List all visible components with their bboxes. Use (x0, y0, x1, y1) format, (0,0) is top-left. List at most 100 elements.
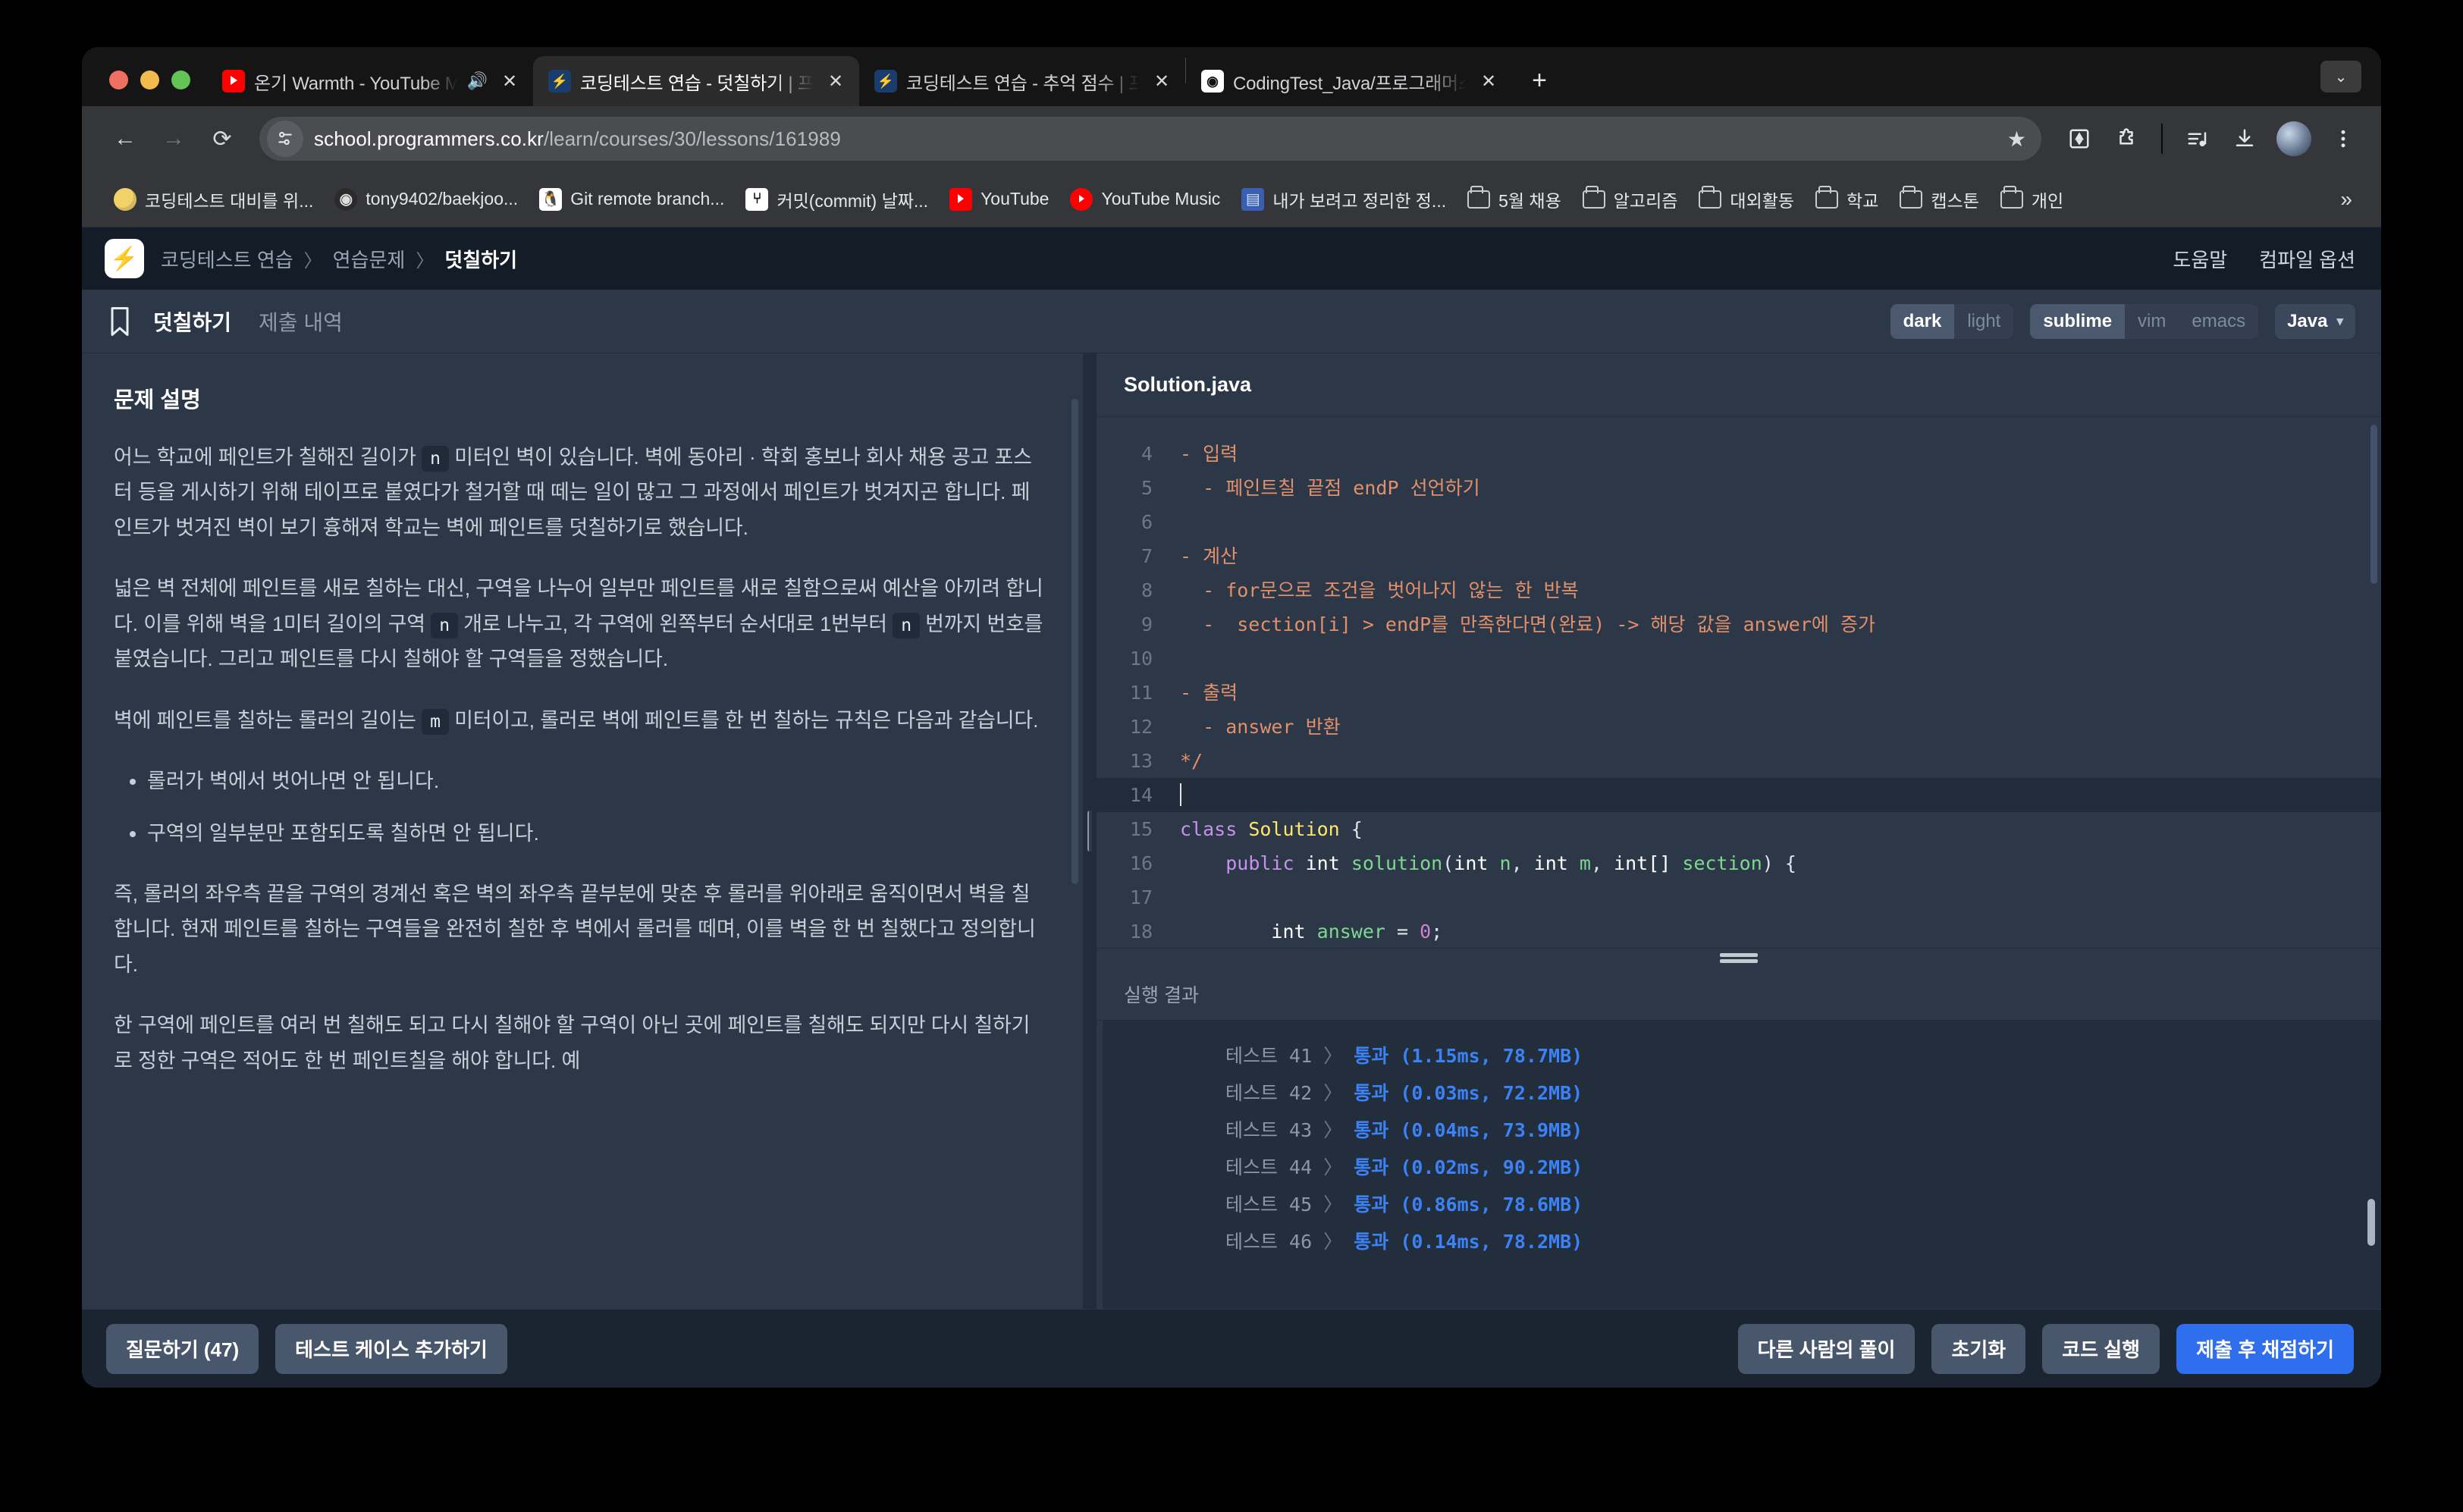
bookmark-star-icon[interactable]: ★ (2007, 127, 2031, 152)
bookmark-label: tony9402/baekjoo... (366, 189, 519, 209)
forward-button[interactable]: → (152, 117, 196, 161)
bookmark-item[interactable]: YouTube (940, 182, 1058, 217)
line-text: - 출력 (1180, 682, 1238, 704)
line-number: 14 (1129, 784, 1153, 806)
test-status: 통과 (0.03ms, 72.2MB) (1354, 1082, 1583, 1104)
reload-button[interactable]: ⟳ (200, 117, 244, 161)
reading-list-icon[interactable] (2058, 118, 2101, 160)
extensions-icon[interactable] (2105, 118, 2148, 160)
add-test-case-button[interactable]: 테스트 케이스 추가하기 (275, 1323, 507, 1374)
pane-splitter[interactable] (1083, 353, 1097, 1309)
line-number: 11 (1129, 682, 1153, 704)
browser-tab-deotchilhagi[interactable]: ⚡ 코딩테스트 연습 - 덧칠하기 | 프로그 ✕ (533, 56, 859, 106)
maximize-window-button[interactable] (171, 71, 190, 89)
programmers-logo[interactable]: ⚡ (105, 239, 144, 278)
new-tab-button[interactable]: + (1520, 61, 1559, 100)
splitter-grip-icon[interactable] (1087, 811, 1092, 852)
browser-tab-chueok-jeomsu[interactable]: ⚡ 코딩테스트 연습 - 추억 점수 | 프로그 ✕ (859, 56, 1185, 106)
line-text: - answer 반환 (1180, 716, 1341, 738)
line-text: - for문으로 조건을 벗어나지 않는 한 반복 (1180, 579, 1579, 601)
bookmark-icon[interactable] (105, 305, 135, 338)
bookmark-folder[interactable]: 학교 (1806, 180, 1887, 218)
test-label: 테스트 46 (1225, 1231, 1313, 1253)
close-window-button[interactable] (109, 71, 128, 89)
site-settings-icon[interactable] (267, 121, 303, 157)
bookmark-folder[interactable]: 알고리즘 (1573, 180, 1687, 218)
results-splitter[interactable] (1097, 948, 2381, 968)
folder-icon (1582, 185, 1605, 209)
line-number: 12 (1129, 716, 1153, 738)
chevron-right-icon: 〉 (1323, 1231, 1343, 1253)
compile-options-link[interactable]: 컴파일 옵션 (2259, 245, 2355, 273)
tab-close-icon[interactable]: ✕ (823, 68, 849, 94)
tab-problem[interactable]: 덧칠하기 (153, 306, 231, 337)
reset-button[interactable]: 초기화 (1931, 1323, 2026, 1374)
theme-toggle[interactable]: dark light (1890, 303, 2014, 339)
bookmark-folder[interactable]: 개인 (1991, 180, 2072, 218)
bookmark-item[interactable]: ⑂ 커밋(commit) 날짜... (736, 180, 937, 218)
bookmark-label: 개인 (2031, 190, 2064, 211)
minimize-window-button[interactable] (140, 71, 159, 89)
media-queue-icon[interactable] (2176, 118, 2219, 160)
test-label: 테스트 45 (1225, 1194, 1313, 1216)
bookmark-item[interactable]: YouTube Music (1061, 182, 1229, 217)
line-number: 17 (1129, 886, 1153, 908)
results-scrollbar[interactable] (2367, 1199, 2375, 1246)
line-text: class Solution { (1180, 818, 1363, 840)
bookmark-item[interactable]: 코딩테스트 대비를 위... (105, 180, 322, 218)
theme-option-dark[interactable]: dark (1890, 303, 1955, 339)
results-output[interactable]: 테스트 41 〉 통과 (1.15ms, 78.7MB) 테스트 42 〉 통과… (1097, 1021, 2381, 1309)
result-row: 테스트 44 〉 통과 (0.02ms, 90.2MB) (1097, 1149, 2381, 1186)
downloads-icon[interactable] (2223, 118, 2266, 160)
browser-tab-github[interactable]: ◉ CodingTest_Java/프로그래머스/ ✕ (1186, 56, 1512, 106)
theme-option-light[interactable]: light (1954, 303, 2014, 339)
bookmark-label: YouTube (980, 189, 1050, 209)
keymap-option-emacs[interactable]: emacs (2179, 303, 2259, 339)
tab-strip-right: ⌄ (2320, 61, 2381, 106)
tab-close-icon[interactable]: ✕ (1476, 68, 1501, 94)
bookmark-item[interactable]: ◉ tony9402/baekjoo... (325, 182, 527, 217)
line-number: 13 (1129, 750, 1153, 772)
splitter-handle-icon[interactable] (1720, 951, 1758, 965)
more-menu-icon[interactable] (2322, 118, 2364, 160)
keymap-option-sublime[interactable]: sublime (2030, 303, 2126, 339)
help-link[interactable]: 도움말 (2173, 245, 2227, 273)
bookmark-item[interactable]: 🐧 Git remote branch... (530, 182, 733, 217)
browser-tab-youtube-music[interactable]: 온기 Warmth - YouTube Mu 🔊 ✕ (207, 56, 533, 106)
submit-and-grade-button[interactable]: 제출 후 채점하기 (2176, 1323, 2354, 1374)
bookmark-label: 커밋(commit) 날짜... (777, 190, 929, 211)
code-line: 8 - for문으로 조건을 벗어나지 않는 한 반복 (1097, 573, 2381, 607)
profile-avatar[interactable] (2276, 121, 2311, 156)
window-controls[interactable] (82, 71, 207, 106)
browser-window: 온기 Warmth - YouTube Mu 🔊 ✕ ⚡ 코딩테스트 연습 - … (82, 47, 2381, 1388)
bookmark-folder[interactable]: 캡스톤 (1890, 180, 1988, 218)
keymap-toggle[interactable]: sublime vim emacs (2030, 303, 2259, 339)
tab-close-icon[interactable]: ✕ (1149, 68, 1175, 94)
chevron-down-icon[interactable]: ⌄ (2320, 61, 2361, 93)
tab-submissions[interactable]: 제출 내역 (259, 306, 343, 337)
line-text: - section[i] > endP를 만족한다면(완료) -> 해당 값을 … (1180, 613, 1875, 635)
others-solutions-button[interactable]: 다른 사람의 풀이 (1737, 1323, 1915, 1374)
code-line: 15 class Solution { (1097, 812, 2381, 846)
bookmark-folder[interactable]: 5월 채용 (1458, 180, 1570, 218)
bookmark-item[interactable]: ▤ 내가 보려고 정리한 정... (1232, 180, 1455, 218)
description-scrollbar[interactable] (1071, 399, 1078, 884)
editor-scrollbar[interactable] (2370, 425, 2377, 584)
tab-audio-icon[interactable]: 🔊 (467, 71, 488, 91)
bookmarks-overflow-icon[interactable]: » (2327, 184, 2366, 215)
keymap-option-vim[interactable]: vim (2125, 303, 2179, 339)
test-status: 통과 (0.14ms, 78.2MB) (1354, 1231, 1583, 1253)
run-code-button[interactable]: 코드 실행 (2042, 1323, 2160, 1374)
address-bar[interactable]: school.programmers.co.kr/learn/courses/3… (259, 117, 2041, 161)
ask-question-button[interactable]: 질문하기 (47) (106, 1323, 259, 1374)
problem-paragraph: 넓은 벽 전체에 페인트를 새로 칠하는 대신, 구역을 나누어 일부만 페인트… (114, 577, 1043, 671)
problem-description-pane[interactable]: 문제 설명 어느 학교에 페인트가 칠해진 길이가 n 미터인 벽이 있습니다.… (82, 353, 1083, 1309)
language-select[interactable]: Java ▾ (2275, 303, 2355, 339)
back-button[interactable]: ← (103, 117, 147, 161)
breadcrumb-item-course[interactable]: 코딩테스트 연습 (161, 245, 293, 273)
bookmark-folder[interactable]: 대외활동 (1690, 180, 1803, 218)
tab-close-icon[interactable]: ✕ (497, 68, 522, 94)
code-editor[interactable]: 4 - 입력 5 - 페인트칠 끝점 endP 선언하기 6 7 - 계산 8 - … (1097, 417, 2381, 948)
breadcrumb-item-practice[interactable]: 연습문제 (333, 245, 406, 273)
folder-icon (2000, 185, 2023, 209)
